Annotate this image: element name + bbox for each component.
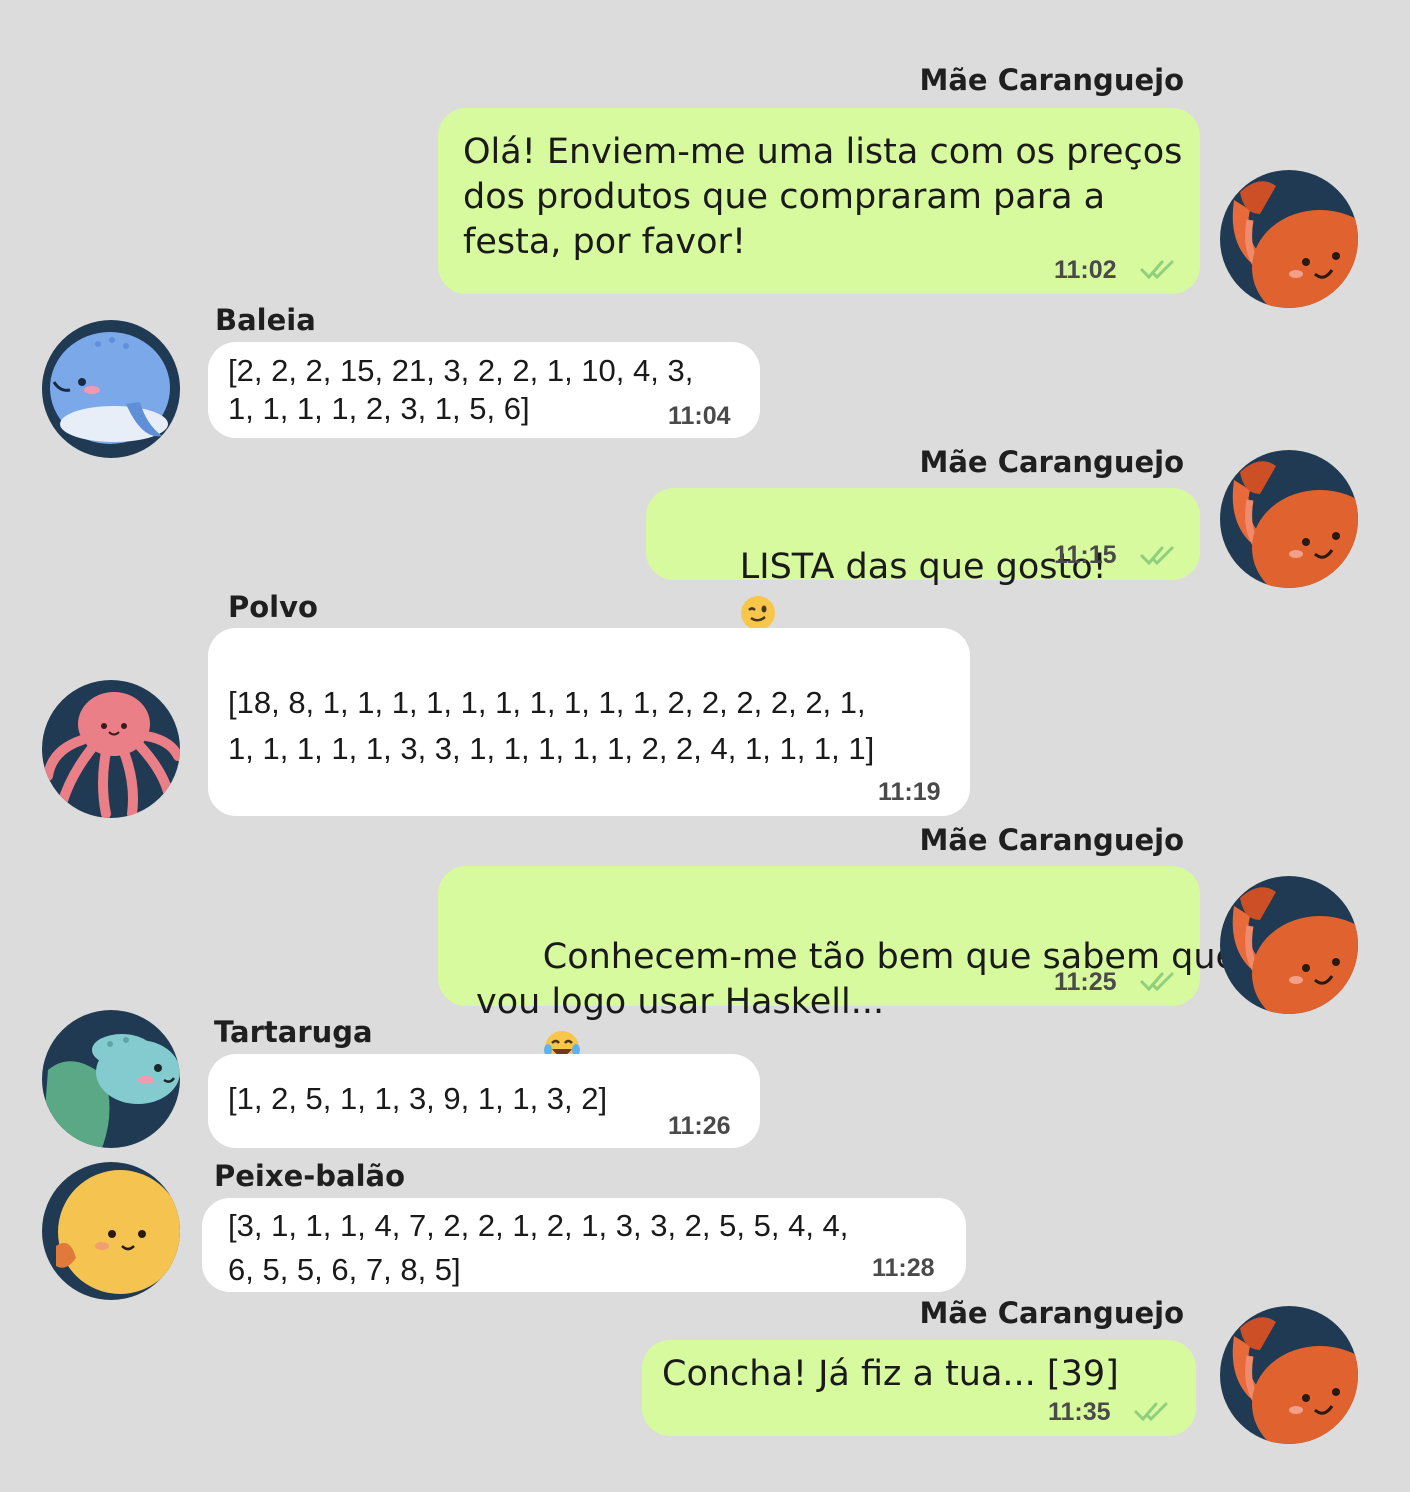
message-text: Olá! Enviem-me uma lista com os preços d… — [463, 132, 1183, 262]
sender-name: Polvo — [228, 590, 318, 624]
read-ticks-icon — [1140, 972, 1174, 991]
sender-name: Mãe Caranguejo — [919, 1296, 1185, 1330]
message-time: 11:19 — [878, 778, 941, 806]
message-text: [18, 8, 1, 1, 1, 1, 1, 1, 1, 1, 1, 1, 2,… — [228, 685, 875, 766]
sender-name: Baleia — [215, 303, 316, 337]
octopus-avatar-icon[interactable] — [42, 680, 180, 818]
sender-name: Peixe-balão — [214, 1159, 406, 1193]
message-time: 11:25 — [1054, 968, 1117, 996]
message-text: [2, 2, 2, 15, 21, 3, 2, 2, 1, 10, 4, 3, … — [228, 353, 694, 426]
read-ticks-icon — [1140, 546, 1174, 565]
crab-avatar-icon[interactable] — [1220, 876, 1358, 1014]
sender-name: Mãe Caranguejo — [919, 63, 1185, 97]
message-bubble[interactable]: Olá! Enviem-me uma lista com os preços d… — [438, 108, 1200, 294]
message-time: 11:26 — [668, 1112, 731, 1140]
sender-name: Mãe Caranguejo — [919, 823, 1185, 857]
sender-name: Mãe Caranguejo — [919, 445, 1185, 479]
message-time: 11:02 — [1054, 256, 1117, 284]
read-ticks-icon — [1140, 260, 1174, 279]
message-bubble[interactable]: LISTA das que gosto! 11:15 — [646, 488, 1200, 630]
message-text-content: Conhecem-me tão bem que sabem que vou lo… — [476, 937, 1238, 1022]
message-time: 11:35 — [1048, 1398, 1111, 1426]
message-bubble[interactable]: [1, 2, 5, 1, 1, 3, 9, 1, 1, 3, 2] 11:26 — [208, 1054, 760, 1148]
message-bubble[interactable]: [2, 2, 2, 15, 21, 3, 2, 2, 1, 10, 4, 3, … — [208, 342, 760, 438]
turtle-avatar-icon[interactable] — [42, 1010, 180, 1148]
message-time: 11:28 — [872, 1254, 935, 1282]
crab-avatar-icon[interactable] — [1220, 450, 1358, 588]
message-time: 11:04 — [668, 402, 731, 430]
message-text-content: LISTA das que gosto! — [739, 547, 1107, 587]
message-text: [3, 1, 1, 1, 4, 7, 2, 2, 1, 2, 1, 3, 3, … — [228, 1208, 849, 1287]
whale-avatar-icon[interactable] — [42, 320, 180, 458]
sender-name: Tartaruga — [214, 1015, 373, 1049]
message-text: [1, 2, 5, 1, 1, 3, 9, 1, 1, 3, 2] — [228, 1081, 608, 1116]
crab-avatar-icon[interactable] — [1220, 170, 1358, 308]
message-text: Concha! Já fiz a tua... [39] — [662, 1354, 1119, 1394]
read-ticks-icon — [1134, 1402, 1168, 1421]
message-bubble[interactable]: Conhecem-me tão bem que sabem que vou lo… — [438, 866, 1237, 1065]
message-bubble[interactable]: [18, 8, 1, 1, 1, 1, 1, 1, 1, 1, 1, 1, 2,… — [208, 628, 970, 816]
message-bubble[interactable]: [3, 1, 1, 1, 4, 7, 2, 2, 1, 2, 1, 3, 3, … — [202, 1198, 966, 1292]
winking-face-emoji-icon — [740, 596, 775, 630]
message-bubble[interactable]: Concha! Já fiz a tua... [39] 11:35 — [642, 1340, 1196, 1436]
message-time: 11:15 — [1054, 541, 1117, 569]
pufferfish-avatar-icon[interactable] — [42, 1162, 180, 1300]
crab-avatar-icon[interactable] — [1220, 1306, 1358, 1444]
